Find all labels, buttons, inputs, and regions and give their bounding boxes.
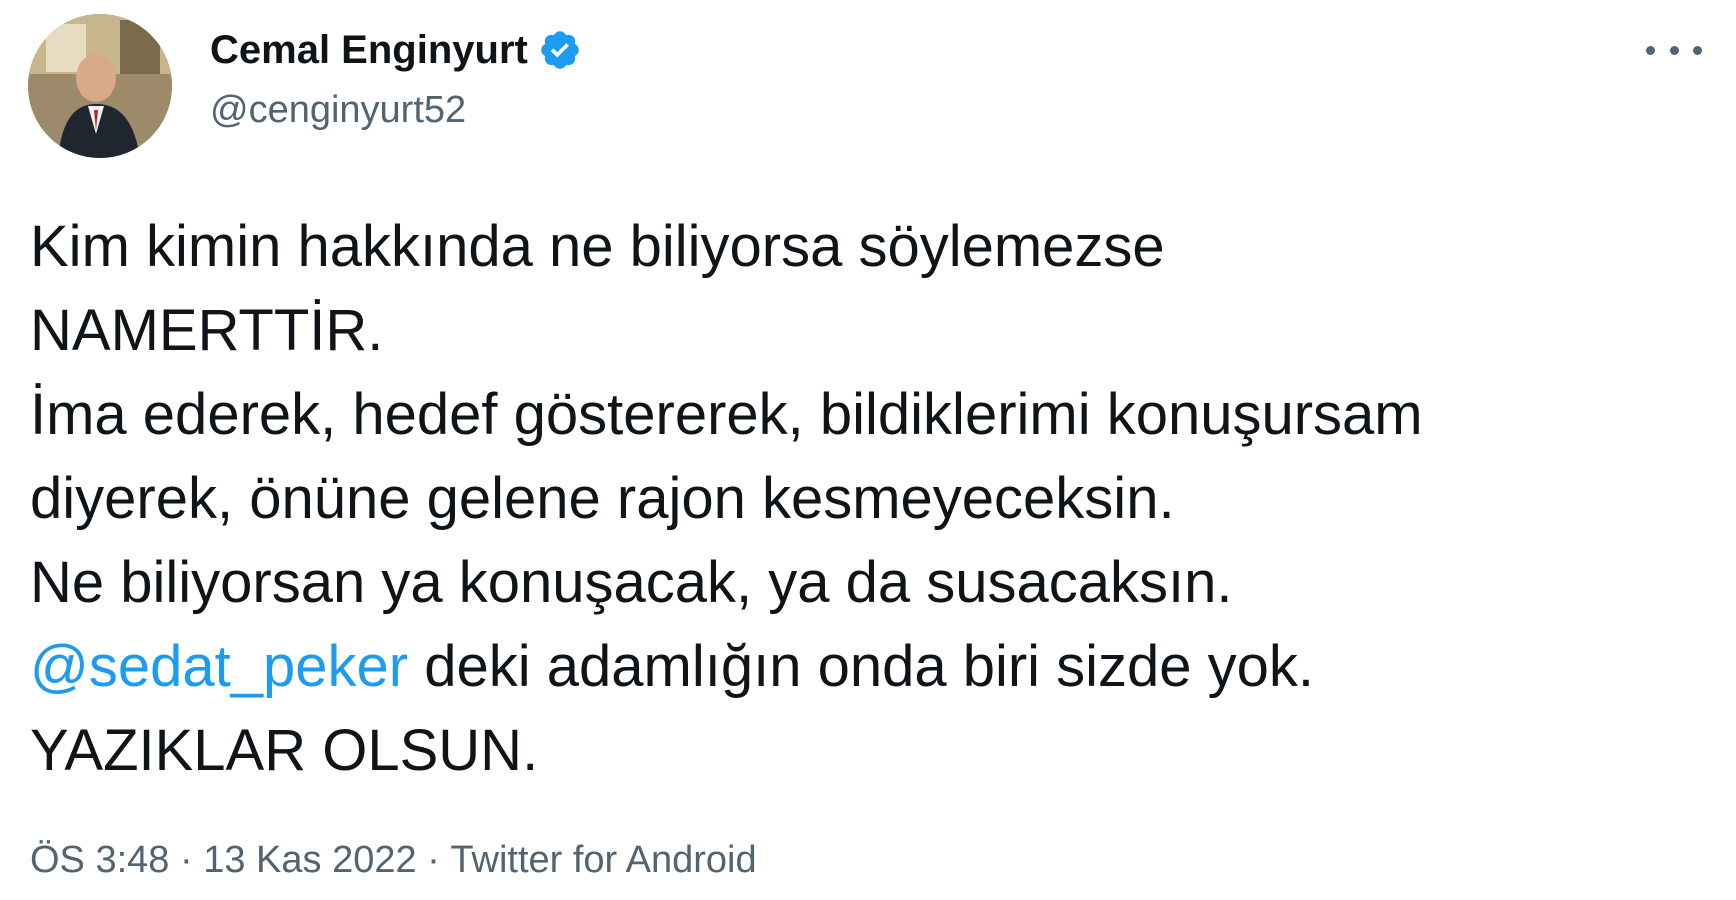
tweet-line-mention: @sedat_peker deki adamlığın onda biri si… <box>30 625 1720 709</box>
meta-separator: · <box>169 839 204 881</box>
verified-badge-icon <box>541 31 579 69</box>
tweet-date[interactable]: 13 Kas 2022 <box>203 836 416 884</box>
more-horizontal-icon-dot <box>1669 45 1679 55</box>
tweet-line: Kim kimin hakkında ne biliyorsa söylemez… <box>30 214 1165 279</box>
tweet-source[interactable]: Twitter for Android <box>450 836 756 884</box>
tweet-time[interactable]: ÖS 3:48 <box>30 836 169 884</box>
tweet-line: İma ederek, hedef göstererek, bildikleri… <box>30 382 1423 447</box>
tweet-line: YAZIKLAR OLSUN. <box>30 718 539 783</box>
meta-separator: · <box>416 839 451 881</box>
tweet-meta: ÖS 3:48 · 13 Kas 2022 · Twitter for Andr… <box>30 836 757 884</box>
tweet-text: Kim kimin hakkında ne biliyorsa söylemez… <box>30 205 1720 793</box>
tweet-line: Ne biliyorsan ya konuşacak, ya da susaca… <box>30 550 1233 615</box>
more-options-button[interactable] <box>1646 30 1702 70</box>
mention-link[interactable]: @sedat_peker <box>30 634 408 699</box>
author-name-text[interactable]: Cemal Enginyurt <box>210 24 528 76</box>
more-horizontal-icon-dot <box>1646 45 1655 55</box>
tweet-card: Cemal Enginyurt @cenginyurt52 Kim kimin … <box>0 0 1736 900</box>
tweet-line: NAMERTTİR. <box>30 298 384 363</box>
avatar-photo <box>28 14 172 158</box>
tweet-line: diyerek, önüne gelene rajon kesmeyeceksi… <box>30 466 1175 531</box>
mention-rest-text: deki adamlığın onda biri sizde yok. <box>408 634 1315 699</box>
author-handle[interactable]: @cenginyurt52 <box>210 86 466 134</box>
more-horizontal-icon-dot <box>1693 45 1702 55</box>
author-name[interactable]: Cemal Enginyurt <box>210 24 582 76</box>
avatar[interactable] <box>28 14 172 158</box>
